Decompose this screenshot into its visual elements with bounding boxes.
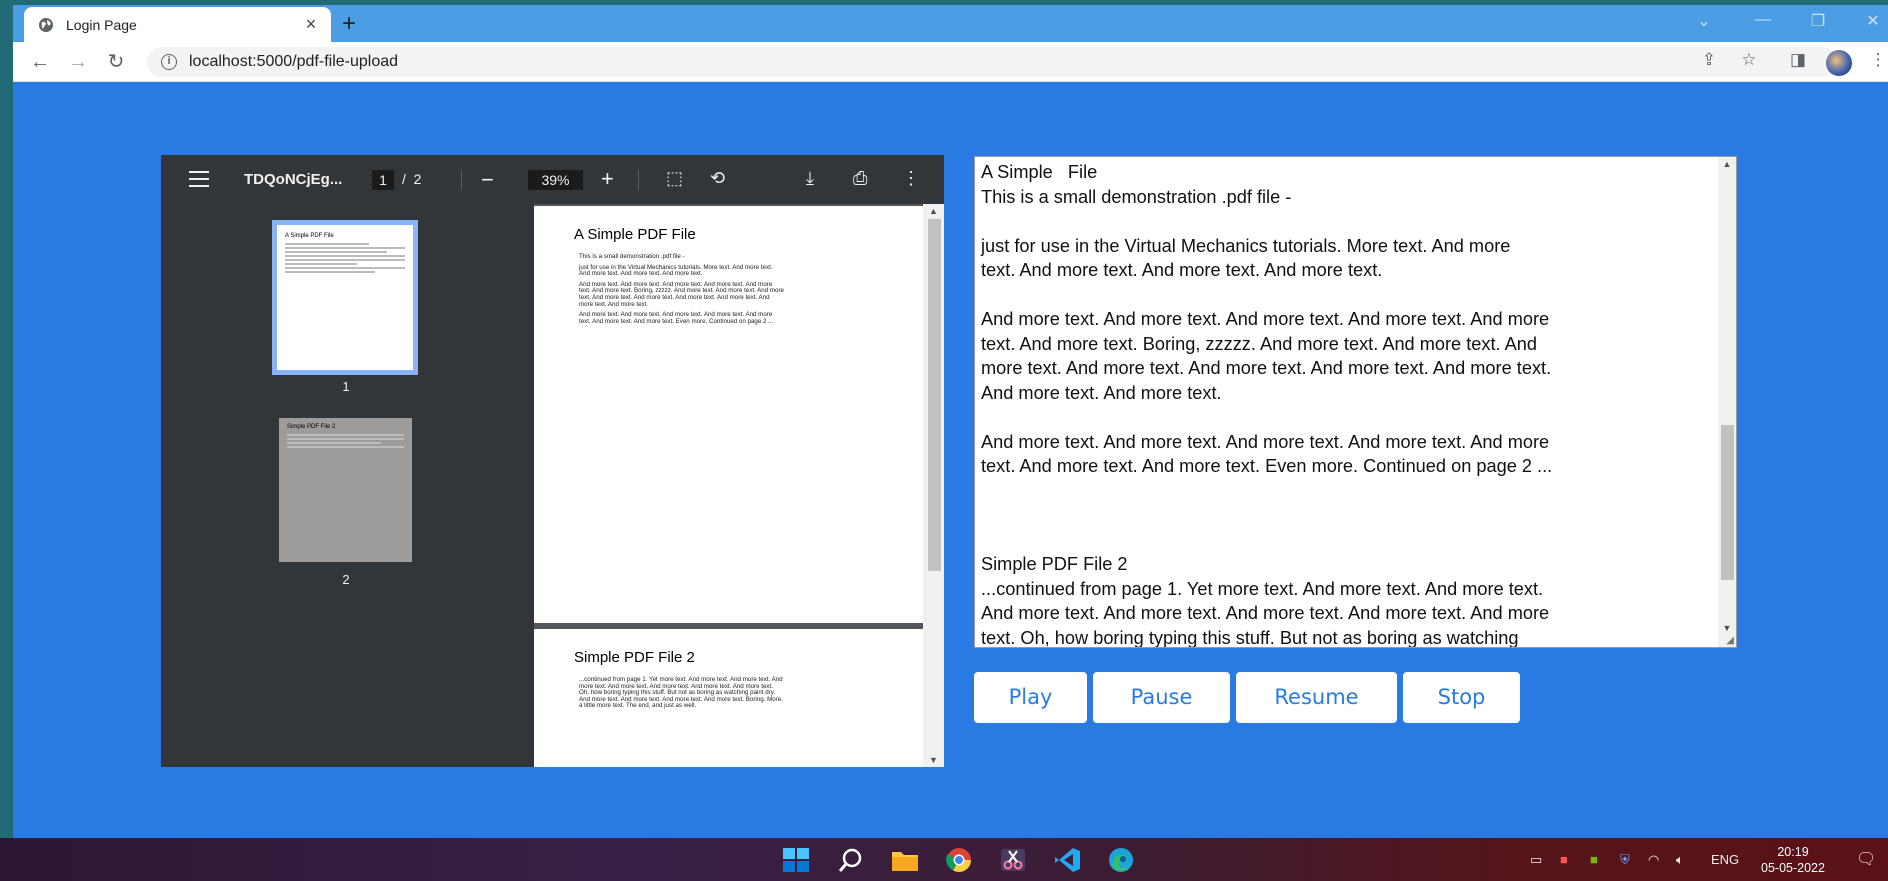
share-icon[interactable]: ⇪ xyxy=(1697,50,1721,70)
toolbar-divider xyxy=(638,170,639,190)
browser-window: Login Page × + ⌄ — ❐ ✕ ← → ↻ i localhost… xyxy=(13,5,1888,838)
text-scrollbar[interactable]: ▲ ▼ xyxy=(1718,157,1736,647)
pdf-pages-area: A Simple PDF File This is a small demons… xyxy=(534,204,944,767)
pdf-page-body: This is a small demonstration .pdf file … xyxy=(579,253,784,329)
close-window-icon[interactable]: ✕ xyxy=(1858,11,1888,31)
taskbar: ▭ ■ ■ ⛨ ◠ 🔈︎ ENG 20:19 05-05-2022 🗨︎ xyxy=(0,838,1888,881)
thumbnail-label: 2 xyxy=(342,572,350,587)
tab-search-icon[interactable]: ⌄ xyxy=(1689,11,1719,31)
fit-to-page-icon[interactable]: ⬚ xyxy=(666,168,683,189)
minimize-icon[interactable]: — xyxy=(1748,11,1778,29)
download-icon[interactable]: ⤓ xyxy=(806,168,814,189)
toolbar-divider xyxy=(461,170,462,190)
thumbnail-label: 1 xyxy=(342,379,350,394)
volume-icon[interactable]: 🔈︎ xyxy=(1676,852,1684,868)
pdf-toolbar: TDQoNCjEg... 1 / 2 − 39% + ⬚ ⟲ ⤓ ⎙ ⋮ xyxy=(161,155,944,204)
pdf-page-title: A Simple PDF File xyxy=(574,226,696,243)
tab-title: Login Page xyxy=(66,16,137,33)
new-tab-button[interactable]: + xyxy=(335,11,363,39)
adobe-tray-icon[interactable]: ■ xyxy=(1560,852,1568,867)
forward-arrow-icon[interactable]: → xyxy=(65,49,91,75)
extracted-text: A Simple File This is a small demonstrat… xyxy=(981,162,1553,648)
current-page-input[interactable]: 1 xyxy=(372,170,394,190)
clock-date: 05-05-2022 xyxy=(1761,861,1825,875)
tab-strip: Login Page × + ⌄ — ❐ ✕ xyxy=(13,5,1888,42)
pdf-page-body: ...continued from page 1. Yet more text.… xyxy=(579,676,784,714)
address-toolbar: ← → ↻ i localhost:5000/pdf-file-upload ⇪… xyxy=(13,42,1888,82)
rotate-icon[interactable]: ⟲ xyxy=(710,168,725,189)
pdf-file-name: TDQoNCjEg... xyxy=(244,171,343,188)
wifi-icon[interactable]: ◠ xyxy=(1648,852,1659,868)
print-icon[interactable]: ⎙ xyxy=(853,168,867,189)
browser-tab[interactable]: Login Page × xyxy=(24,7,331,42)
thumbnail-page-2[interactable]: Simple PDF File 2 xyxy=(279,418,412,562)
thumbnail-sidebar: A Simple PDF File 1 Simple PDF File 2 2 xyxy=(161,204,534,767)
scroll-down-arrow-icon[interactable]: ▼ xyxy=(1718,623,1736,633)
security-shield-icon[interactable]: ⛨ xyxy=(1620,852,1630,868)
notifications-icon[interactable]: 🗨︎ xyxy=(1856,849,1876,869)
system-clock[interactable]: 20:19 05-05-2022 xyxy=(1748,844,1838,876)
pdf-paragraph: just for use in the Virtual Mechanics tu… xyxy=(579,263,773,278)
search-icon[interactable] xyxy=(837,847,865,873)
bookmark-star-icon[interactable]: ☆ xyxy=(1737,50,1761,70)
globe-icon xyxy=(39,17,53,32)
nvidia-tray-icon[interactable]: ■ xyxy=(1590,852,1598,867)
more-options-icon[interactable]: ⋮ xyxy=(902,168,920,189)
scroll-up-arrow-icon[interactable]: ▲ xyxy=(923,206,944,216)
scroll-up-arrow-icon[interactable]: ▲ xyxy=(1718,159,1736,169)
total-pages: 2 xyxy=(413,171,422,187)
menu-dots-icon[interactable]: ⋮ xyxy=(1866,50,1888,70)
back-arrow-icon[interactable]: ← xyxy=(27,49,53,75)
side-panel-icon[interactable]: ◨ xyxy=(1786,50,1810,70)
pause-button[interactable]: Pause xyxy=(1093,672,1230,723)
url-text: localhost:5000/pdf-file-upload xyxy=(189,53,399,70)
restore-icon[interactable]: ❐ xyxy=(1803,11,1833,31)
profile-avatar[interactable] xyxy=(1826,50,1852,76)
address-bar[interactable]: i localhost:5000/pdf-file-upload xyxy=(147,47,1837,77)
extracted-text-area[interactable]: A Simple File This is a small demonstrat… xyxy=(974,156,1737,648)
desktop: Login Page × + ⌄ — ❐ ✕ ← → ↻ i localhost… xyxy=(0,0,1888,881)
play-button[interactable]: Play xyxy=(974,672,1087,723)
site-info-icon[interactable]: i xyxy=(161,54,177,70)
pdf-paragraph: And more text. And more text. And more t… xyxy=(579,311,774,325)
windows-start-icon[interactable] xyxy=(782,847,810,873)
thumbnail-page-1[interactable]: A Simple PDF File xyxy=(272,220,418,375)
vscode-icon[interactable] xyxy=(1053,847,1081,873)
pdf-page-2: Simple PDF File 2 ...continued from page… xyxy=(534,629,923,767)
chrome-icon[interactable] xyxy=(945,847,973,873)
page-count: / 2 xyxy=(402,171,421,187)
thumbnail-title: Simple PDF File 2 xyxy=(287,424,336,430)
resume-button[interactable]: Resume xyxy=(1236,672,1397,723)
zoom-in-icon[interactable]: + xyxy=(601,166,614,192)
snipping-tool-icon[interactable] xyxy=(999,847,1027,873)
stop-button[interactable]: Stop xyxy=(1403,672,1520,723)
reload-icon[interactable]: ↻ xyxy=(103,49,129,75)
scrollbar-thumb[interactable] xyxy=(928,219,941,571)
close-tab-icon[interactable]: × xyxy=(301,14,321,35)
resize-handle-icon[interactable]: ◢ xyxy=(1726,635,1734,646)
zoom-out-icon[interactable]: − xyxy=(481,167,494,193)
clock-time: 20:19 xyxy=(1777,845,1809,859)
page-separator: / xyxy=(402,171,406,187)
pdf-page-title: Simple PDF File 2 xyxy=(574,649,695,666)
sidebar-toggle-icon[interactable] xyxy=(189,171,209,187)
thumbnail-title: A Simple PDF File xyxy=(285,233,334,239)
zoom-level-input[interactable]: 39% xyxy=(528,170,583,190)
pdf-paragraph: And more text. And more text. And more t… xyxy=(579,280,784,308)
edge-icon[interactable] xyxy=(1107,847,1135,873)
battery-icon[interactable]: ▭ xyxy=(1530,852,1542,868)
pdf-scrollbar[interactable]: ▲ ▼ xyxy=(923,204,944,767)
pdf-paragraph: ...continued from page 1. Yet more text.… xyxy=(579,676,783,710)
language-indicator[interactable]: ENG xyxy=(1711,852,1739,867)
pdf-viewer: TDQoNCjEg... 1 / 2 − 39% + ⬚ ⟲ ⤓ ⎙ ⋮ A S… xyxy=(161,155,944,767)
file-explorer-icon[interactable] xyxy=(891,847,919,873)
scrollbar-thumb[interactable] xyxy=(1721,425,1734,580)
pdf-paragraph: This is a small demonstration .pdf file … xyxy=(579,253,685,260)
scroll-down-arrow-icon[interactable]: ▼ xyxy=(923,755,944,765)
pdf-page-1: A Simple PDF File This is a small demons… xyxy=(534,206,923,623)
